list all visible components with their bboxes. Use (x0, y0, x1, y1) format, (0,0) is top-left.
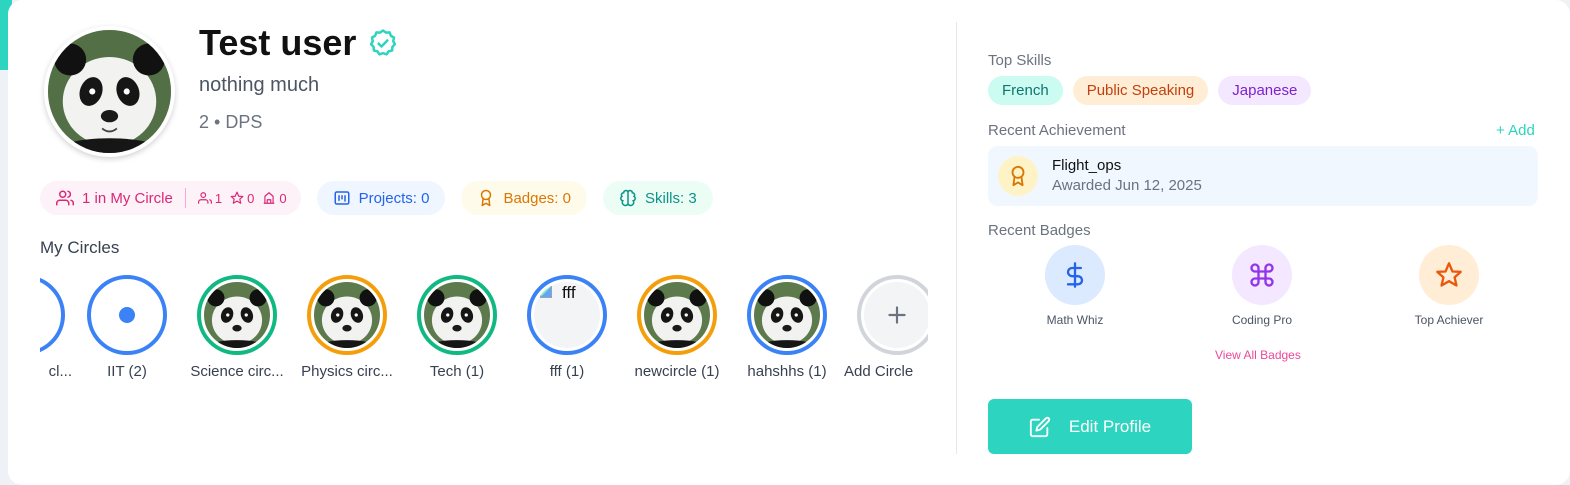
profile-tagline: nothing much (199, 74, 320, 96)
my-circle-pill[interactable]: 1 in My Circle 1 0 0 (40, 181, 301, 215)
circle-label: Physics circ... (301, 363, 393, 380)
circle-buildings-stat: 0 (262, 190, 287, 206)
plus-icon (888, 306, 906, 324)
dot-icon (119, 307, 135, 323)
achievement-card[interactable]: Flight_ops Awarded Jun 12, 2025 (988, 146, 1538, 206)
badge-label: Math Whiz (1046, 313, 1104, 327)
circles-carousel[interactable]: cl... IIT (2) Science circ... Physics circ.… (40, 270, 928, 400)
panda-avatar-image (48, 30, 171, 153)
add-circle-button[interactable]: Add Circle (842, 270, 928, 380)
circle-item[interactable]: Science circ... (182, 270, 292, 380)
panda-photo (314, 282, 380, 348)
panda-photo (754, 282, 820, 348)
circle-label: Add Circle (844, 363, 914, 380)
star-icon (230, 191, 244, 204)
circle-label: newcircle (1) (634, 363, 720, 380)
edit-icon (1029, 416, 1051, 437)
recent-badges-label: Recent Badges (988, 222, 1091, 239)
broken-image-alt: fff (562, 283, 576, 302)
skill-chip[interactable]: Public Speaking (1072, 76, 1209, 105)
circle-avatar (40, 275, 65, 355)
circle-stars-stat: 0 (230, 191, 254, 206)
skill-chips: French Public Speaking Japanese (988, 76, 1312, 105)
name-row: Test user (199, 22, 398, 64)
top-skills-label: Top Skills (988, 52, 1052, 69)
badge-label: Top Achiever (1414, 313, 1484, 327)
add-achievement-link[interactable]: + Add (1496, 122, 1535, 139)
circle-avatar (637, 275, 717, 355)
circle-item[interactable]: IIT (2) (72, 270, 182, 380)
panda-photo (424, 282, 490, 348)
command-icon (1232, 245, 1292, 305)
circle-people-stat: 1 (197, 190, 223, 206)
badge-math-whiz[interactable]: Math Whiz (1015, 245, 1135, 327)
circle-label: fff (1) (549, 363, 585, 380)
view-all-badges-link[interactable]: View All Badges (1215, 348, 1301, 362)
circle-people-count: 1 (214, 190, 223, 206)
circle-avatar (87, 275, 167, 355)
circle-label: hahshhs (1) (747, 363, 827, 380)
circle-avatar (417, 275, 497, 355)
partial-circle-icon (40, 282, 58, 348)
circle-image: fff (534, 282, 600, 348)
circle-image (94, 282, 160, 348)
circle-item[interactable]: newcircle (1) (622, 270, 732, 380)
users-icon (56, 190, 74, 206)
achievement-title: Flight_ops (1052, 157, 1122, 174)
circle-label: Science circ... (190, 363, 284, 380)
circle-avatar (857, 275, 928, 355)
badge-label: Coding Pro (1231, 313, 1293, 327)
circle-item[interactable]: hahshhs (1) (732, 270, 842, 380)
projects-count: Projects: 0 (358, 189, 430, 207)
panda-photo (204, 282, 270, 348)
profile-card (8, 0, 1570, 485)
award-icon (998, 156, 1038, 196)
panda-photo (644, 282, 710, 348)
my-circle-count: 1 in My Circle (82, 189, 173, 207)
skills-pill[interactable]: Skills: 3 (603, 181, 713, 215)
circle-item[interactable]: fff fff (1) (512, 270, 622, 380)
award-icon (481, 189, 492, 207)
verified-icon (370, 29, 397, 56)
badge-coding-pro[interactable]: Coding Pro (1202, 245, 1322, 327)
stat-pills: 1 in My Circle 1 0 0 Projects: 0 Badges:… (40, 181, 713, 215)
skill-chip[interactable]: French (988, 76, 1063, 105)
badges-pill[interactable]: Badges: 0 (461, 181, 587, 215)
pill-separator (184, 188, 186, 208)
my-circles-title: My Circles (40, 238, 120, 257)
dollar-icon (1045, 245, 1105, 305)
profile-name: Test user (199, 22, 357, 63)
edit-profile-label: Edit Profile (1068, 416, 1152, 436)
circle-label: Tech (1) (429, 363, 485, 380)
profile-meta: 2 • DPS (199, 112, 263, 132)
building-icon (264, 192, 275, 204)
column-divider (956, 22, 957, 454)
circle-item[interactable]: Tech (1) (402, 270, 512, 380)
circle-buildings-count: 0 (279, 190, 287, 206)
broken-image-icon (540, 286, 552, 298)
avatar[interactable] (44, 26, 175, 157)
star-icon (1419, 245, 1479, 305)
circle-avatar: fff (527, 275, 607, 355)
circle-label: IIT (2) (107, 363, 147, 380)
edit-profile-button[interactable]: Edit Profile (988, 399, 1192, 454)
circle-avatar (197, 275, 277, 355)
circle-avatar (307, 275, 387, 355)
badge-top-achiever[interactable]: Top Achiever (1389, 245, 1509, 327)
brain-icon (620, 189, 636, 207)
achievement-date: Awarded Jun 12, 2025 (1052, 177, 1202, 194)
users-icon (197, 192, 212, 204)
skill-chip[interactable]: Japanese (1218, 76, 1312, 105)
skills-count: Skills: 3 (645, 189, 697, 207)
circle-avatar (747, 275, 827, 355)
circle-image (864, 282, 928, 348)
badges-count: Badges: 0 (503, 189, 571, 207)
circle-item[interactable]: Physics circ... (292, 270, 402, 380)
circle-stars-count: 0 (247, 190, 255, 206)
projects-icon (334, 191, 350, 205)
recent-achievement-label: Recent Achievement (988, 122, 1126, 139)
projects-pill[interactable]: Projects: 0 (316, 181, 446, 215)
